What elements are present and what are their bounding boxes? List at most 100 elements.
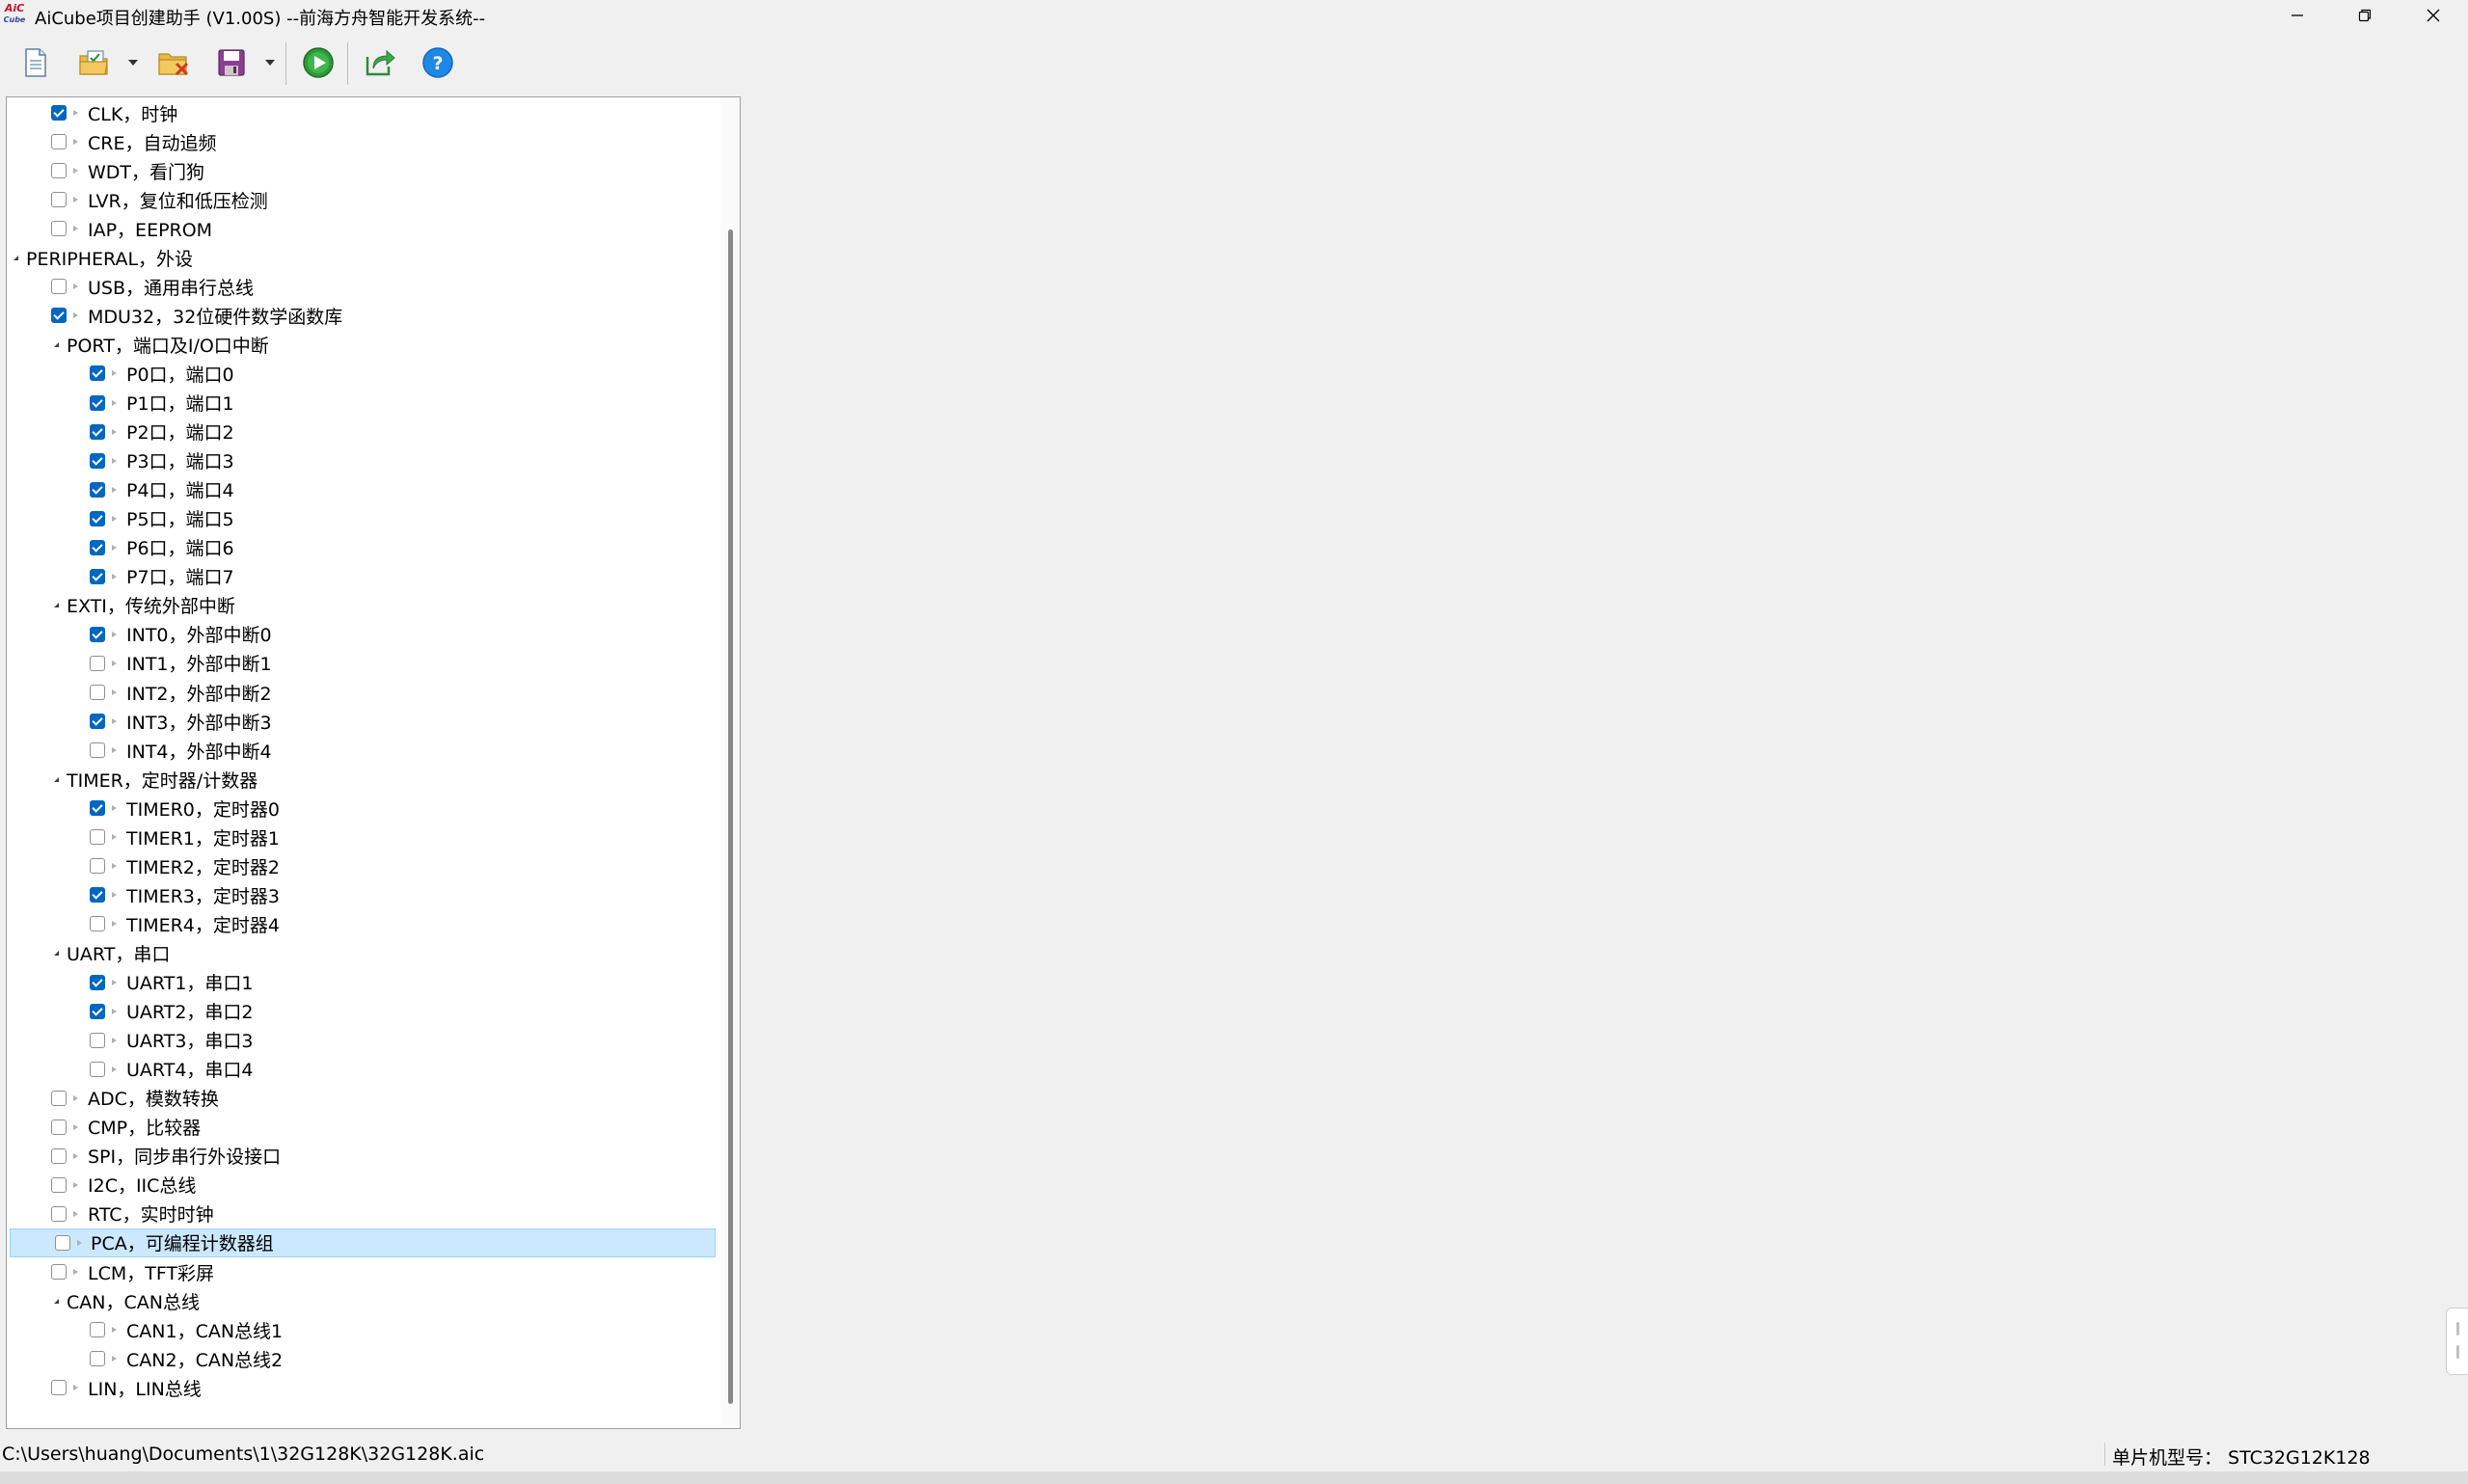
- tree-item-row[interactable]: LCM，TFT彩屏: [7, 1257, 740, 1286]
- module-checkbox[interactable]: [90, 1322, 105, 1338]
- tree-item-row[interactable]: USB，通用串行总线: [7, 272, 740, 301]
- module-checkbox[interactable]: [90, 1003, 105, 1019]
- close-button[interactable]: [2399, 0, 2468, 31]
- vertical-scrollbar[interactable]: [720, 97, 740, 1428]
- help-button[interactable]: ?: [419, 44, 457, 81]
- expand-collapse-icon[interactable]: [51, 601, 61, 610]
- tree-item-row[interactable]: I2C，IIC总线: [7, 1171, 740, 1200]
- tree-group-row[interactable]: CAN，CAN总线: [7, 1286, 740, 1315]
- module-checkbox[interactable]: [51, 163, 67, 179]
- open-project-button[interactable]: [75, 44, 114, 81]
- tree-item-row[interactable]: UART3，串口3: [7, 1026, 740, 1055]
- tree-item-row[interactable]: RTC，实时时钟: [7, 1200, 740, 1228]
- tree-item-row[interactable]: CRE，自动追频: [7, 127, 740, 156]
- expand-collapse-icon[interactable]: [11, 253, 20, 262]
- tree-item-row[interactable]: CMP，比较器: [7, 1113, 740, 1142]
- tree-item-row[interactable]: LIN，LIN总线: [7, 1373, 740, 1402]
- tree-item-row[interactable]: WDT，看门狗: [7, 156, 740, 185]
- tree-item-row[interactable]: INT1，外部中断1: [7, 649, 740, 678]
- tree-item-row[interactable]: TIMER0，定时器0: [7, 794, 740, 823]
- module-checkbox[interactable]: [90, 481, 105, 498]
- tree-item-row[interactable]: UART4，串口4: [7, 1055, 740, 1084]
- minimize-button[interactable]: [2263, 0, 2332, 31]
- module-checkbox[interactable]: [90, 655, 105, 671]
- tree-group-row[interactable]: UART，串口: [7, 938, 740, 967]
- module-checkbox[interactable]: [90, 510, 105, 526]
- tree-group-row[interactable]: PORT，端口及I/O口中断: [7, 330, 740, 359]
- module-checkbox[interactable]: [51, 1380, 67, 1396]
- export-button[interactable]: [361, 44, 399, 81]
- tree-item-row[interactable]: INT0，外部中断0: [7, 620, 740, 649]
- tree-item-row[interactable]: TIMER2，定时器2: [7, 851, 740, 880]
- module-checkbox[interactable]: [90, 800, 105, 817]
- module-checkbox[interactable]: [90, 423, 105, 440]
- module-checkbox[interactable]: [51, 105, 67, 121]
- module-checkbox[interactable]: [90, 974, 105, 990]
- tree-item-row[interactable]: P1口，端口1: [7, 389, 740, 418]
- module-checkbox[interactable]: [51, 221, 67, 237]
- tree-item-row[interactable]: ADC，模数转换: [7, 1084, 740, 1113]
- run-button[interactable]: [299, 44, 338, 81]
- tree-item-row[interactable]: P3口，端口3: [7, 446, 740, 475]
- tree-group-row[interactable]: TIMER，定时器/计数器: [7, 765, 740, 794]
- module-checkbox[interactable]: [51, 1176, 67, 1193]
- new-project-button[interactable]: [17, 44, 54, 81]
- module-checkbox[interactable]: [51, 192, 67, 208]
- tree-item-row[interactable]: P7口，端口7: [7, 562, 740, 591]
- tree-item-row[interactable]: TIMER1，定时器1: [7, 823, 740, 851]
- tree-item-row[interactable]: P2口，端口2: [7, 418, 740, 446]
- module-checkbox[interactable]: [90, 568, 105, 584]
- tree-item-row[interactable]: CAN2，CAN总线2: [7, 1344, 740, 1373]
- tree-item-row[interactable]: LVR，复位和低压检测: [7, 185, 740, 214]
- module-tree[interactable]: CLK，时钟 CRE，自动追频 WDT，看门狗 LVR，复位和低压检测 IAP，EEPR…: [6, 96, 741, 1429]
- module-checkbox[interactable]: [51, 308, 67, 324]
- module-checkbox[interactable]: [90, 858, 105, 875]
- tree-item-row[interactable]: INT2，外部中断2: [7, 678, 740, 707]
- tree-group-row[interactable]: EXTI，传统外部中断: [7, 591, 740, 620]
- scrollbar-thumb[interactable]: [728, 229, 733, 1404]
- module-checkbox[interactable]: [90, 365, 105, 382]
- module-checkbox[interactable]: [90, 714, 105, 730]
- module-checkbox[interactable]: [51, 1119, 67, 1135]
- module-checkbox[interactable]: [90, 829, 105, 846]
- module-checkbox[interactable]: [51, 134, 67, 150]
- tree-item-row[interactable]: MDU32，32位硬件数学函数库: [7, 301, 740, 330]
- module-checkbox[interactable]: [51, 1205, 67, 1222]
- tree-item-row[interactable]: UART1，串口1: [7, 968, 740, 997]
- tree-item-row[interactable]: INT3，外部中断3: [7, 707, 740, 736]
- save-options-dropdown[interactable]: [260, 44, 280, 81]
- module-checkbox[interactable]: [90, 742, 105, 759]
- tree-item-row[interactable]: TIMER4，定时器4: [7, 909, 740, 938]
- tree-item-row[interactable]: P4口，端口4: [7, 475, 740, 504]
- tree-group-row[interactable]: PERIPHERAL，外设: [7, 243, 720, 272]
- tree-item-row[interactable]: CLK，时钟: [7, 98, 740, 127]
- module-checkbox[interactable]: [90, 916, 105, 932]
- module-checkbox[interactable]: [51, 1090, 67, 1106]
- expand-collapse-icon[interactable]: [51, 1296, 61, 1306]
- module-checkbox[interactable]: [90, 1032, 105, 1048]
- module-checkbox[interactable]: [90, 1351, 105, 1367]
- tree-item-row[interactable]: P0口，端口0: [7, 359, 740, 388]
- module-checkbox[interactable]: [51, 1147, 67, 1164]
- open-recent-dropdown[interactable]: [123, 44, 143, 81]
- tree-item-row[interactable]: CAN1，CAN总线1: [7, 1315, 740, 1344]
- module-checkbox[interactable]: [51, 1264, 67, 1280]
- save-button[interactable]: [212, 44, 251, 81]
- restore-button[interactable]: [2330, 0, 2400, 31]
- module-checkbox[interactable]: [55, 1234, 70, 1251]
- tree-item-row[interactable]: SPI，同步串行外设接口: [7, 1142, 740, 1171]
- expand-collapse-icon[interactable]: [51, 948, 61, 958]
- tree-item-row[interactable]: P5口，端口5: [7, 504, 740, 533]
- tree-item-row[interactable]: INT4，外部中断4: [7, 736, 740, 765]
- module-checkbox[interactable]: [90, 394, 105, 411]
- tree-item-row[interactable]: UART2，串口2: [7, 997, 740, 1026]
- close-project-button[interactable]: [154, 44, 193, 81]
- expand-collapse-icon[interactable]: [51, 339, 61, 349]
- module-checkbox[interactable]: [90, 685, 105, 700]
- tree-item-row[interactable]: TIMER3，定时器3: [7, 880, 740, 909]
- tree-item-row[interactable]: PCA，可编程计数器组: [10, 1228, 716, 1257]
- module-checkbox[interactable]: [90, 1061, 105, 1077]
- module-checkbox[interactable]: [90, 539, 105, 555]
- expand-collapse-icon[interactable]: [51, 774, 61, 784]
- module-checkbox[interactable]: [90, 452, 105, 469]
